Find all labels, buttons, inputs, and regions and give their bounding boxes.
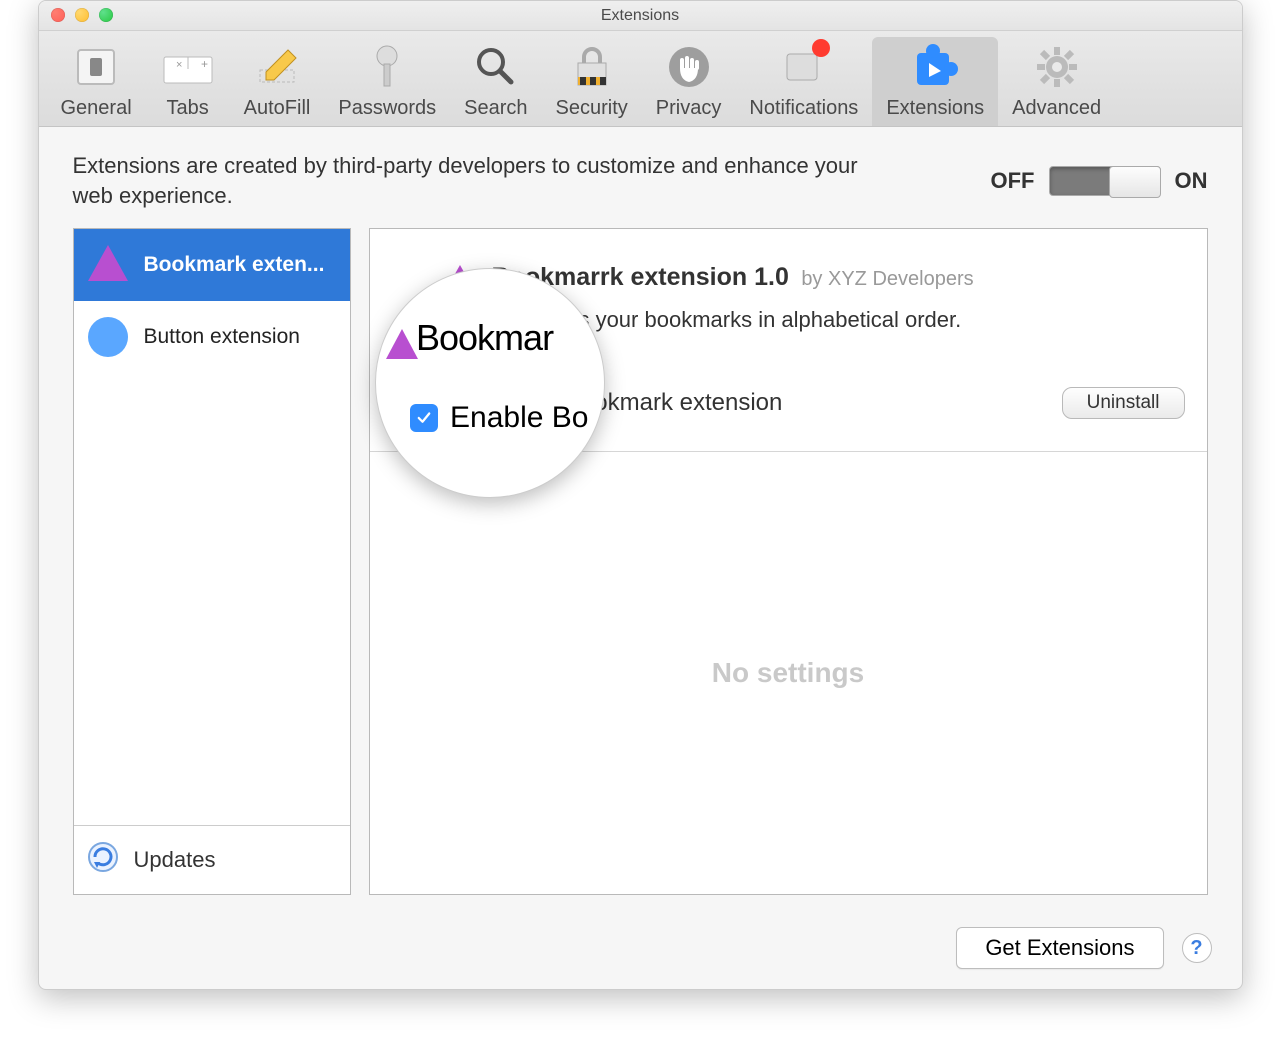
svg-text:+: + [201, 57, 208, 71]
get-extensions-button[interactable]: Get Extensions [956, 927, 1163, 969]
puzzle-icon [907, 41, 963, 93]
triangle-icon [386, 329, 418, 359]
triangle-icon [88, 245, 128, 285]
window-title: Extensions [601, 7, 679, 25]
sidebar-item-label: Bookmark exten... [144, 253, 325, 277]
pencil-icon [249, 41, 305, 93]
sidebar-item-label: Button extension [144, 325, 300, 349]
magnifier-overlay: Bookmar Enable Bo [375, 268, 605, 498]
sidebar-item-button-extension[interactable]: Button extension [74, 301, 350, 373]
tab-label: Tabs [167, 97, 209, 120]
tab-autofill[interactable]: AutoFill [230, 37, 325, 126]
general-icon [68, 41, 124, 93]
tab-search[interactable]: Search [450, 37, 541, 126]
key-icon [359, 41, 415, 93]
circle-icon [88, 317, 128, 357]
help-button[interactable]: ? [1182, 933, 1212, 963]
badge-dot-icon [812, 39, 830, 57]
tab-label: Search [464, 97, 527, 120]
no-settings-message: No settings [370, 452, 1207, 894]
tab-security[interactable]: Security [542, 37, 642, 126]
tab-label: General [61, 97, 132, 120]
extensions-description: Extensions are created by third-party de… [73, 151, 893, 210]
updates-icon [86, 840, 120, 880]
magnified-checkbox-icon [410, 404, 438, 432]
tabs-icon: ×+ [160, 41, 216, 93]
magnified-enable-label: Enable Bo [450, 401, 588, 435]
tab-passwords[interactable]: Passwords [324, 37, 450, 126]
tab-extensions[interactable]: Extensions [872, 37, 998, 126]
notifications-icon [776, 41, 832, 93]
toggle-off-label: OFF [991, 168, 1035, 194]
tab-label: Notifications [749, 97, 858, 120]
extensions-master-toggle[interactable] [1049, 166, 1161, 196]
preferences-toolbar: General ×+ Tabs AutoFill Passwords Searc… [39, 31, 1242, 127]
lock-icon [564, 41, 620, 93]
toggle-knob [1109, 166, 1161, 198]
search-icon [468, 41, 524, 93]
tab-label: Passwords [338, 97, 436, 120]
svg-text:×: × [176, 59, 182, 71]
uninstall-button[interactable]: Uninstall [1062, 387, 1185, 419]
updates-label: Updates [134, 847, 216, 873]
magnified-title: Bookmar [416, 317, 553, 359]
extensions-sidebar: Bookmark exten... Button extension Updat… [73, 228, 351, 895]
tab-label: Security [556, 97, 628, 120]
sidebar-updates[interactable]: Updates [74, 825, 350, 894]
tab-label: Extensions [886, 97, 984, 120]
window-close-button[interactable] [51, 8, 65, 22]
tab-tabs[interactable]: ×+ Tabs [146, 37, 230, 126]
tab-notifications[interactable]: Notifications [735, 37, 872, 126]
gear-icon [1029, 41, 1085, 93]
extension-author: by XYZ Developers [801, 268, 973, 290]
hand-icon [661, 41, 717, 93]
tab-advanced[interactable]: Advanced [998, 37, 1115, 126]
tab-general[interactable]: General [47, 37, 146, 126]
sidebar-item-bookmark-extension[interactable]: Bookmark exten... [74, 229, 350, 301]
tab-label: AutoFill [244, 97, 311, 120]
window-minimize-button[interactable] [75, 8, 89, 22]
toggle-on-label: ON [1175, 168, 1208, 194]
tab-label: Advanced [1012, 97, 1101, 120]
tab-privacy[interactable]: Privacy [642, 37, 736, 126]
window-zoom-button[interactable] [99, 8, 113, 22]
window-titlebar: Extensions [39, 1, 1242, 31]
tab-label: Privacy [656, 97, 722, 120]
